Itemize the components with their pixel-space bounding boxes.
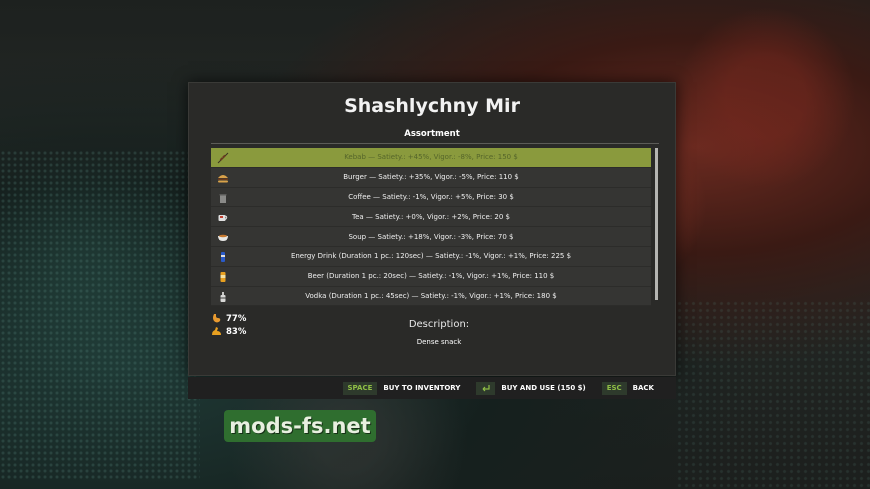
list-item-beer[interactable]: Beer (Duration 1 pc.: 20sec) — Satiety.:… <box>211 266 651 287</box>
list-item-label: Soup — Satiety.: +18%, Vigor.: -3%, Pric… <box>348 232 514 241</box>
shop-dialog: Shashlychny Mir Assortment Kebab — Satie… <box>188 82 676 376</box>
player-stats: 77% 83% <box>211 312 246 338</box>
description-text: Dense snack <box>416 338 462 346</box>
list-item-label: Coffee — Satiety.: -1%, Vigor.: +5%, Pri… <box>348 192 514 201</box>
esc-key-hint: ESC <box>601 381 627 395</box>
tea-icon <box>217 211 229 223</box>
description-title: Description: <box>408 319 470 330</box>
assortment-list-frame: Kebab — Satiety.: +45%, Vigor.: -8%, Pri… <box>211 143 659 307</box>
enter-key-hint <box>476 381 496 395</box>
buy-and-use-button[interactable]: BUY AND USE (150 $) <box>501 384 585 392</box>
enter-key-icon <box>482 384 490 391</box>
list-item-burger[interactable]: Burger — Satiety.: +35%, Vigor.: -5%, Pr… <box>211 167 651 188</box>
space-key-hint: SPACE <box>342 381 378 395</box>
beer-icon <box>217 271 229 283</box>
action-bar: SPACE BUY TO INVENTORY BUY AND USE (150 … <box>188 377 676 399</box>
background-stones <box>676 300 870 489</box>
stomach-icon <box>211 313 222 324</box>
list-item-soup[interactable]: Soup — Satiety.: +18%, Vigor.: -3%, Pric… <box>211 227 651 247</box>
list-item-tea[interactable]: Tea — Satiety.: +0%, Vigor.: +2%, Price:… <box>211 207 651 228</box>
muscle-icon <box>211 326 222 337</box>
list-item-vodka[interactable]: Vodka (Duration 1 pc.: 45sec) — Satiety.… <box>211 286 651 307</box>
list-item-label: Burger — Satiety.: +35%, Vigor.: -5%, Pr… <box>343 173 519 182</box>
background-stones <box>0 150 200 480</box>
vigor-stat: 83% <box>211 325 246 338</box>
list-item-energy-drink[interactable]: Energy Drink (Duration 1 pc.: 120sec) — … <box>211 246 651 267</box>
shop-title: Shashlychny Mir <box>344 95 520 117</box>
energy-drink-icon <box>217 251 229 263</box>
list-item-label: Energy Drink (Duration 1 pc.: 120sec) — … <box>290 252 572 261</box>
satiety-value: 77% <box>226 313 247 324</box>
list-item-label: Vodka (Duration 1 pc.: 45sec) — Satiety.… <box>305 291 557 300</box>
watermark-logo: mods-fs.net <box>224 410 376 442</box>
buy-to-inventory-button[interactable]: BUY TO INVENTORY <box>383 384 460 392</box>
vodka-icon <box>217 291 229 303</box>
list-item-label: Kebab — Satiety.: +45%, Vigor.: -8%, Pri… <box>344 153 518 162</box>
assortment-label: Assortment <box>404 129 460 139</box>
list-scrollbar[interactable] <box>655 148 658 306</box>
kebab-icon <box>217 152 229 164</box>
list-item-coffee[interactable]: Coffee — Satiety.: -1%, Vigor.: +5%, Pri… <box>211 187 651 208</box>
burger-icon <box>217 172 229 184</box>
satiety-stat: 77% <box>211 312 246 325</box>
scrollbar-thumb[interactable] <box>655 148 658 300</box>
vigor-value: 83% <box>226 326 247 337</box>
soup-icon <box>217 231 229 243</box>
list-item-label: Beer (Duration 1 pc.: 20sec) — Satiety.:… <box>307 272 555 281</box>
assortment-list: Kebab — Satiety.: +45%, Vigor.: -8%, Pri… <box>211 148 651 307</box>
list-item-label: Tea — Satiety.: +0%, Vigor.: +2%, Price:… <box>352 212 510 221</box>
coffee-icon <box>217 192 229 204</box>
back-button[interactable]: BACK <box>633 384 654 392</box>
list-item-kebab[interactable]: Kebab — Satiety.: +45%, Vigor.: -8%, Pri… <box>211 148 651 168</box>
